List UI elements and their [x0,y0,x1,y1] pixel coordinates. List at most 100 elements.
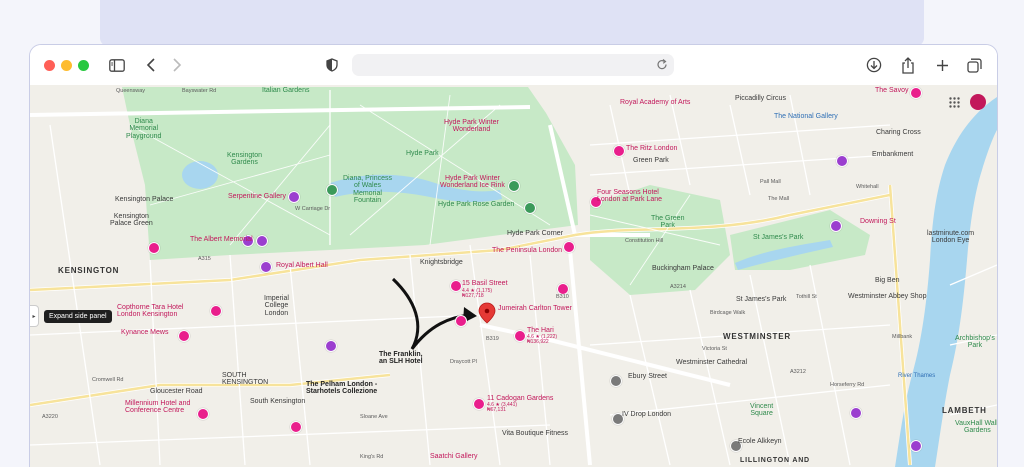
place-label: Kensington Palace [115,196,174,203]
street-label: Constitution Hill [625,238,664,244]
district-label: WESTMINSTER [723,332,791,341]
street-label: The Mall [768,196,790,202]
park-pin[interactable] [508,180,520,192]
district-label: LILLINGTON AND [740,457,810,464]
poi-label: Kynance Mews [121,329,169,336]
street-label: Queensway [116,88,146,94]
place-label: Charing Cross [876,129,921,136]
poi-pin[interactable] [836,155,848,167]
close-window-button[interactable] [44,60,55,71]
poi-pin[interactable] [563,241,575,253]
poi-label: Downing St [860,218,896,225]
minimize-window-button[interactable] [61,60,72,71]
download-icon[interactable] [865,56,883,74]
poi-label: Copthorne Tara Hotel London Kensington [117,304,184,319]
browser-toolbar [30,45,997,86]
poi-label: Jumeirah Carlton Tower [498,305,572,312]
place-pin[interactable] [610,375,622,387]
district-label: LAMBETH [942,406,987,415]
review-text: 4.6 ★ (1,222) ₦136,922 [527,334,558,346]
poi-label: 15 Basil Street [462,280,508,287]
poi-pin[interactable] [473,398,485,410]
place-label: Piccadilly Circus [735,95,786,102]
new-tab-icon[interactable] [933,56,951,74]
share-icon[interactable] [899,56,917,74]
poi-pin[interactable] [325,340,337,352]
street-label: Draycott Pl [450,359,477,365]
place-label: Westminster Cathedral [676,359,748,366]
place-label: Green Park [633,157,669,164]
poi-pin[interactable] [260,261,272,273]
address-bar[interactable] [352,54,674,76]
park-label: Hyde Park Rose Garden [438,201,515,208]
street-label: A315 [198,256,211,262]
street-label: King's Rd [360,454,384,460]
poi-pin[interactable] [178,330,190,342]
place-label: The Franklin, an SLH Hotel [379,351,423,366]
park-label: Diana Memorial Playground [126,118,162,140]
back-icon[interactable] [142,56,160,74]
district-label: SOUTH KENSINGTON [222,372,269,387]
shield-icon[interactable] [323,56,341,74]
river-label: River Thames [898,373,936,379]
poi-pin[interactable] [514,330,526,342]
place-label: Ecole Alkkeyn [738,438,782,445]
district-label: KENSINGTON [58,266,120,275]
poi-label: Saatchi Gallery [430,453,478,460]
poi-label: lastminute.com London Eye [927,230,975,245]
poi-pin[interactable] [288,191,300,203]
map-view[interactable]: KENSINGTON WESTMINSTER SOUTH KENSINGTON … [30,85,997,467]
review-text: 4.6 ★ (3,441) ₦67,131 [487,402,518,414]
poi-label: Royal Albert Hall [276,262,328,269]
place-label: Buckingham Palace [652,265,714,272]
street-label: A3220 [42,414,58,420]
reload-icon[interactable] [656,58,668,76]
place-label: Imperial College London [264,295,289,317]
place-label: Gloucester Road [150,388,203,395]
expand-side-panel-button[interactable]: ▸ [30,305,39,327]
street-label: Sloane Ave [360,414,388,420]
poi-label: Royal Academy of Arts [620,99,691,106]
browser-window: KENSINGTON WESTMINSTER SOUTH KENSINGTON … [29,44,998,467]
place-label: Vincent Square [750,403,774,418]
poi-pin[interactable] [290,421,302,433]
street-label: Cromwell Rd [92,377,124,383]
street-label: Whitehall [856,184,879,190]
poi-pin[interactable] [830,220,842,232]
park-label: Hyde Park [406,150,439,157]
poi-label: Millennium Hotel and Conference Centre [125,400,191,415]
poi-pin[interactable] [850,407,862,419]
poi-pin[interactable] [450,280,462,292]
park-label: The Albert Memorial [190,236,253,243]
poi-pin[interactable] [197,408,209,420]
poi-pin[interactable] [613,145,625,157]
poi-pin[interactable] [455,315,467,327]
park-label: Kensington Gardens [227,152,263,167]
street-label: A3212 [790,369,806,375]
street-label: Horseferry Rd [830,382,865,388]
zoom-window-button[interactable] [78,60,89,71]
poi-pin[interactable] [910,440,922,452]
poi-pin[interactable] [210,305,222,317]
avatar[interactable] [970,94,986,110]
park-pin[interactable] [524,202,536,214]
place-label: The Pelham London - Starhotels Collezion… [306,381,378,396]
park-label: St James's Park [753,234,804,241]
street-label: B310 [556,294,569,300]
poi-label: The Savoy [875,87,909,94]
street-label: Tothill St [796,294,817,300]
poi-pin[interactable] [910,87,922,99]
sidebar-icon[interactable] [108,56,126,74]
poi-label: The Ritz London [626,145,678,152]
park-pin[interactable] [326,184,338,196]
tabs-icon[interactable] [965,56,983,74]
apps-grid-icon[interactable] [949,97,960,108]
street-label: Birdcage Walk [710,310,746,316]
place-label: Ebury Street [628,373,667,380]
forward-icon[interactable] [168,56,186,74]
poi-pin[interactable] [256,235,268,247]
street-label: Pall Mall [760,179,781,185]
place-label: St James's Park [736,296,787,303]
place-label: South Kensington [250,398,306,405]
poi-pin[interactable] [148,242,160,254]
